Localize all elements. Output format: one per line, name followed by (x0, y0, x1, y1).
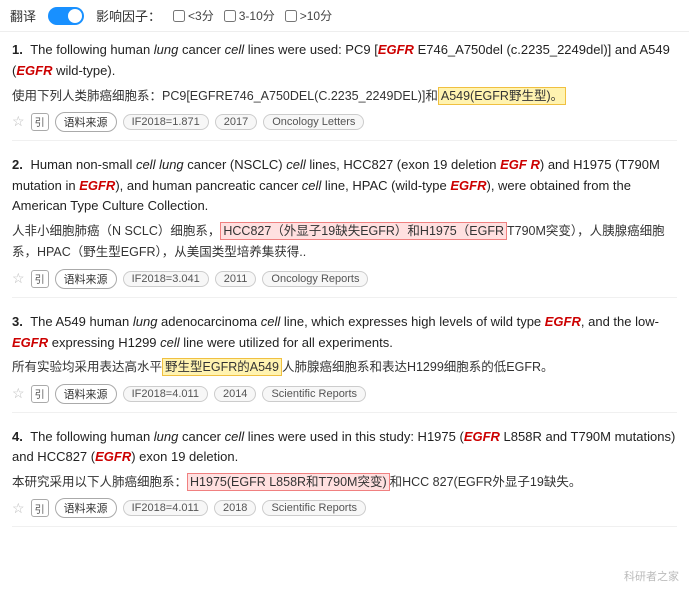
result-1-cn: 使用下列人类肺癌细胞系：PC9[EGFRE746_A750DEL(C.2235_… (12, 86, 677, 107)
egfr-1a: EGFR (378, 42, 414, 57)
year-tag-1: 2017 (215, 114, 257, 130)
cell-2b: cell (302, 178, 322, 193)
result-item-3: 3. The A549 human lung adenocarcinoma ce… (12, 312, 677, 413)
year-tag-2: 2011 (215, 271, 257, 287)
lung-3: lung (133, 314, 158, 329)
result-1-en: 1. The following human lung cancer cell … (12, 40, 677, 82)
filter-less3[interactable]: <3分 (173, 7, 214, 24)
source-tag-4[interactable]: 语料来源 (55, 498, 117, 518)
cite-4[interactable]: 引 (31, 499, 49, 517)
cell-3b: cell (160, 335, 180, 350)
year-tag-4: 2018 (214, 500, 256, 516)
filter-less3-checkbox[interactable] (173, 10, 185, 22)
result-4-number: 4. (12, 429, 23, 444)
star-2[interactable]: ☆ (12, 270, 25, 287)
result-4-en: 4. The following human lung cancer cell … (12, 427, 677, 469)
filter-more10-checkbox[interactable] (285, 10, 297, 22)
journal-tag-3: Scientific Reports (262, 386, 366, 402)
cell-1: cell (225, 42, 245, 57)
if-tag-3: IF2018=4.011 (123, 386, 208, 402)
cn-highlight-4: H1975(EGFR L858R和T790M突变) (187, 473, 390, 491)
cn-highlight-2: HCC827（外显子19缺失EGFR）和H1975（EGFR (220, 222, 507, 240)
result-1-meta: ☆ 引 语料来源 IF2018=1.871 2017 Oncology Lett… (12, 112, 677, 132)
egfr-2c: EGFR (450, 178, 486, 193)
filter-3to10-checkbox[interactable] (224, 10, 236, 22)
result-3-number: 3. (12, 314, 23, 329)
egfr-4a: EGFR (464, 429, 500, 444)
cite-3[interactable]: 引 (31, 385, 49, 403)
top-bar: 翻译 影响因子： <3分 3-10分 >10分 (0, 0, 689, 32)
cn-highlight-1: A549(EGFR野生型)。 (438, 87, 566, 105)
result-2-number: 2. (12, 157, 23, 172)
cite-2[interactable]: 引 (31, 270, 49, 288)
cell-4: cell (225, 429, 245, 444)
if-tag-1: IF2018=1.871 (123, 114, 209, 130)
cn-highlight-3: 野生型EGFR的A549 (162, 358, 282, 376)
egfr-2b: EGFR (79, 178, 115, 193)
result-item-4: 4. The following human lung cancer cell … (12, 427, 677, 528)
translate-label: 翻译 (10, 6, 36, 25)
result-3-meta: ☆ 引 语料来源 IF2018=4.011 2014 Scientific Re… (12, 384, 677, 404)
result-item-1: 1. The following human lung cancer cell … (12, 40, 677, 141)
cellung-2: cell lung (136, 157, 184, 172)
source-tag-1[interactable]: 语料来源 (55, 112, 117, 132)
result-4-meta: ☆ 引 语料来源 IF2018=4.011 2018 Scientific Re… (12, 498, 677, 518)
result-2-en: 2. Human non-small cell lung cancer (NSC… (12, 155, 677, 217)
egfr-1b: EGFR (16, 63, 52, 78)
result-item-2: 2. Human non-small cell lung cancer (NSC… (12, 155, 677, 298)
source-tag-2[interactable]: 语料来源 (55, 269, 117, 289)
star-4[interactable]: ☆ (12, 500, 25, 517)
filter-more10[interactable]: >10分 (285, 7, 332, 24)
source-tag-3[interactable]: 语料来源 (55, 384, 117, 404)
content: 1. The following human lung cancer cell … (0, 32, 689, 549)
result-4-cn: 本研究采用以下人肺癌细胞系：H1975(EGFR L858R和T790M突变)和… (12, 472, 677, 493)
egfr-3b: EGFR (12, 335, 48, 350)
result-2-cn: 人非小细胞肺癌（N SCLC）细胞系，HCC827（外显子19缺失EGFR）和H… (12, 221, 677, 264)
cell-3: cell (261, 314, 281, 329)
if-tag-2: IF2018=3.041 (123, 271, 209, 287)
translate-toggle[interactable] (48, 7, 84, 25)
filter-3to10[interactable]: 3-10分 (224, 7, 275, 24)
watermark: 科研者之家 (624, 568, 679, 584)
star-3[interactable]: ☆ (12, 385, 25, 402)
result-1-number: 1. (12, 42, 23, 57)
journal-tag-1: Oncology Letters (263, 114, 364, 130)
cite-1[interactable]: 引 (31, 113, 49, 131)
result-3-cn: 所有实验均采用表达高水平野生型EGFR的A549人肺腺癌细胞系和表达H1299细… (12, 357, 677, 378)
result-2-meta: ☆ 引 语料来源 IF2018=3.041 2011 Oncology Repo… (12, 269, 677, 289)
filter-group: <3分 3-10分 >10分 (173, 7, 332, 24)
result-3-en: 3. The A549 human lung adenocarcinoma ce… (12, 312, 677, 354)
egfr-4b: EGFR (95, 449, 131, 464)
if-tag-4: IF2018=4.011 (123, 500, 208, 516)
cell-2: cell (286, 157, 306, 172)
egfr-3a: EGFR (545, 314, 581, 329)
journal-tag-4: Scientific Reports (262, 500, 366, 516)
journal-tag-2: Oncology Reports (262, 271, 368, 287)
lung-1: lung (154, 42, 179, 57)
influence-label: 影响因子： (96, 6, 161, 25)
year-tag-3: 2014 (214, 386, 256, 402)
star-1[interactable]: ☆ (12, 113, 25, 130)
lung-4: lung (154, 429, 179, 444)
egfr-2a: EGF R (500, 157, 540, 172)
